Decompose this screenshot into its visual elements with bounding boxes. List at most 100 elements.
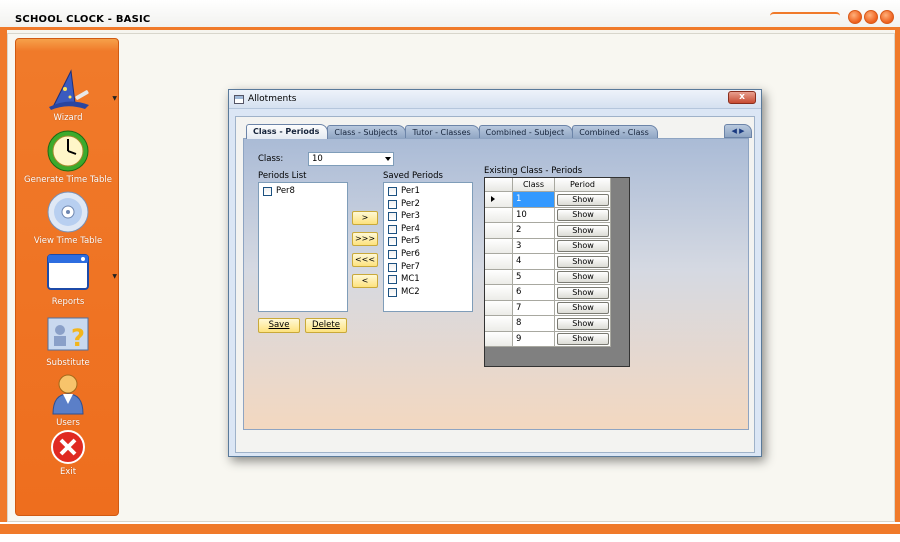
row-selector[interactable] xyxy=(485,254,513,270)
class-select-value: 10 xyxy=(312,154,323,164)
row-selector[interactable] xyxy=(485,316,513,332)
sidebar-item-view-time-table[interactable]: View Time Table xyxy=(16,190,120,246)
list-item[interactable]: MC2 xyxy=(384,286,472,299)
row-selector[interactable] xyxy=(485,300,513,316)
table-row[interactable]: 10 Show xyxy=(485,207,611,223)
sidebar-item-wizard[interactable]: Wizard ▼ xyxy=(16,67,120,123)
list-item[interactable]: Per4 xyxy=(384,223,472,236)
checkbox[interactable] xyxy=(388,224,397,234)
right-frame xyxy=(895,30,900,542)
class-cell[interactable]: 1 xyxy=(513,192,555,208)
row-selector[interactable] xyxy=(485,269,513,285)
sidebar-item-exit[interactable]: Exit xyxy=(16,429,120,477)
minimize-button[interactable] xyxy=(848,10,862,24)
list-item[interactable]: MC1 xyxy=(384,273,472,286)
tab-combined-class[interactable]: Combined - Class xyxy=(572,125,658,139)
tab-class-periods[interactable]: Class - Periods xyxy=(246,124,329,139)
sidebar-item-reports[interactable]: Reports ▼ xyxy=(16,251,120,307)
table-row[interactable]: 1 Show xyxy=(485,192,611,208)
class-cell[interactable]: 3 xyxy=(513,238,555,254)
list-item[interactable]: Per8 xyxy=(259,185,347,198)
table-row[interactable]: 8 Show xyxy=(485,316,611,332)
sidebar: Wizard ▼ Generate Time Table View Time T… xyxy=(15,38,119,516)
save-button[interactable]: Save xyxy=(258,318,300,333)
tab-class-subjects[interactable]: Class - Subjects xyxy=(327,125,407,139)
row-selector[interactable] xyxy=(485,192,513,208)
periods-list[interactable]: Per8 xyxy=(258,182,348,312)
class-cell[interactable]: 9 xyxy=(513,331,555,347)
delete-button[interactable]: Delete xyxy=(305,318,347,333)
class-cell[interactable]: 5 xyxy=(513,269,555,285)
sidebar-item-label: Reports xyxy=(51,297,85,307)
class-cell[interactable]: 2 xyxy=(513,223,555,239)
row-selector[interactable] xyxy=(485,285,513,301)
checkbox[interactable] xyxy=(388,275,397,285)
checkbox[interactable] xyxy=(388,249,397,259)
close-button[interactable] xyxy=(880,10,894,24)
window-icon xyxy=(234,95,244,104)
class-cell[interactable]: 8 xyxy=(513,316,555,332)
table-row[interactable]: 7 Show xyxy=(485,300,611,316)
checkbox[interactable] xyxy=(388,262,397,272)
tab-tutor-classes[interactable]: Tutor - Classes xyxy=(405,125,480,139)
class-cell[interactable]: 10 xyxy=(513,207,555,223)
saved-periods-label: Saved Periods xyxy=(383,171,443,181)
checkbox[interactable] xyxy=(263,187,272,196)
move-all-right-button[interactable]: >>> xyxy=(352,232,378,246)
saved-periods-list[interactable]: Per1 Per2 Per3 Per4 Per5 Per6 Per7 MC1 M… xyxy=(383,182,473,312)
list-item[interactable]: Per2 xyxy=(384,198,472,211)
list-item[interactable]: Per3 xyxy=(384,210,472,223)
show-button[interactable]: Show xyxy=(557,317,609,330)
table-row[interactable]: 6 Show xyxy=(485,285,611,301)
class-select[interactable]: 10 xyxy=(308,152,394,166)
table-row[interactable]: 3 Show xyxy=(485,238,611,254)
row-selector[interactable] xyxy=(485,223,513,239)
show-button[interactable]: Show xyxy=(557,255,609,268)
delete-button-label: Delete xyxy=(312,320,340,330)
left-frame xyxy=(0,30,7,542)
show-button[interactable]: Show xyxy=(557,209,609,221)
move-all-left-button[interactable]: <<< xyxy=(352,253,378,267)
list-item[interactable]: Per6 xyxy=(384,248,472,261)
sidebar-item-generate-time-table[interactable]: Generate Time Table xyxy=(16,129,120,185)
checkbox[interactable] xyxy=(388,187,397,196)
period-cell: Show xyxy=(555,192,611,208)
window-icon xyxy=(47,254,89,290)
show-button[interactable]: Show xyxy=(557,302,609,314)
sidebar-item-substitute[interactable]: ? Substitute xyxy=(16,312,120,368)
show-button[interactable]: Show xyxy=(557,333,609,345)
list-item[interactable]: Per7 xyxy=(384,261,472,274)
list-item[interactable]: Per1 xyxy=(384,185,472,198)
maximize-button[interactable] xyxy=(864,10,878,24)
row-selector[interactable] xyxy=(485,331,513,347)
checkbox[interactable] xyxy=(388,237,397,247)
show-button[interactable]: Show xyxy=(557,224,609,237)
table-row[interactable]: 2 Show xyxy=(485,223,611,239)
show-button[interactable]: Show xyxy=(557,240,609,252)
class-cell[interactable]: 6 xyxy=(513,285,555,301)
period-cell: Show xyxy=(555,300,611,316)
checkbox[interactable] xyxy=(388,212,397,222)
dialog-body: Class - Periods Class - Subjects Tutor -… xyxy=(235,116,755,453)
list-item[interactable]: Per5 xyxy=(384,235,472,248)
class-cell[interactable]: 4 xyxy=(513,254,555,270)
row-selector[interactable] xyxy=(485,238,513,254)
checkbox[interactable] xyxy=(388,199,397,209)
show-button[interactable]: Show xyxy=(557,286,609,299)
row-selector[interactable] xyxy=(485,207,513,223)
checkbox[interactable] xyxy=(388,287,397,297)
column-header-period: Period xyxy=(555,178,611,192)
table-row[interactable]: 5 Show xyxy=(485,269,611,285)
table-row[interactable]: 4 Show xyxy=(485,254,611,270)
sidebar-item-users[interactable]: Users xyxy=(16,372,120,428)
table-row[interactable]: 9 Show xyxy=(485,331,611,347)
move-right-button[interactable]: > xyxy=(352,211,378,225)
move-left-button[interactable]: < xyxy=(352,274,378,288)
tab-scroll-buttons[interactable]: ◀ ▶ xyxy=(724,124,752,138)
tab-combined-subject[interactable]: Combined - Subject xyxy=(478,125,574,139)
grid-header: Class Period xyxy=(485,178,611,192)
show-button[interactable]: Show xyxy=(557,271,609,283)
show-button[interactable]: Show xyxy=(557,193,609,206)
dialog-close-button[interactable]: x xyxy=(728,91,756,104)
class-cell[interactable]: 7 xyxy=(513,300,555,316)
